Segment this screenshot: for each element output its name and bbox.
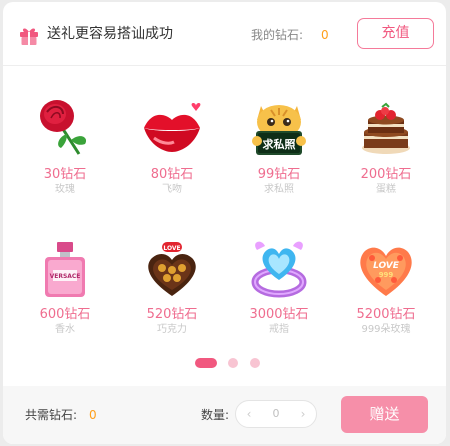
gift-price: 200钻石 xyxy=(360,167,412,182)
rose-heart-icon: LOVE 999 xyxy=(360,247,412,296)
svg-text:LOVE: LOVE xyxy=(163,245,180,252)
gift-name: 巧克力 xyxy=(157,324,187,335)
svg-text:求私照: 求私照 xyxy=(263,137,296,151)
send-gift-button[interactable]: 赠送 xyxy=(341,396,428,433)
svg-text:LOVE: LOVE xyxy=(373,261,400,271)
gift-name: 戒指 xyxy=(269,324,289,335)
increment-icon[interactable]: › xyxy=(296,405,310,423)
gift-grid: 30钻石 玫瑰 80钻石 飞吻 求私照 99钻石 求私照 200钻石 蛋糕 VE… xyxy=(3,86,446,346)
page-dot[interactable] xyxy=(250,358,260,368)
lips-kiss-icon xyxy=(144,103,201,152)
heart-ring-icon xyxy=(251,241,307,298)
gift-price: 80钻石 xyxy=(150,167,194,182)
page-indicator xyxy=(3,358,446,370)
page-dot-active[interactable] xyxy=(195,358,217,368)
gift-price: 3000钻石 xyxy=(249,307,309,322)
gift-name: 香水 xyxy=(55,324,75,335)
recharge-button[interactable]: 充值 xyxy=(357,18,434,49)
gift-item-999-roses[interactable]: LOVE 999 5200钻石 999朵玫瑰 xyxy=(341,226,431,356)
page-dot[interactable] xyxy=(228,358,238,368)
gift-item-kiss[interactable]: 80钻石 飞吻 xyxy=(127,86,217,216)
decrement-icon[interactable]: ‹ xyxy=(242,405,256,423)
diamond-balance-value: 0 xyxy=(321,28,329,42)
total-cost-value: 0 xyxy=(89,408,97,422)
gift-item-rose[interactable]: 30钻石 玫瑰 xyxy=(20,86,110,216)
gift-panel-header: 送礼更容易搭讪成功 我的钻石: 0 充值 xyxy=(3,2,446,66)
gift-name: 蛋糕 xyxy=(376,184,396,195)
gift-item-cake[interactable]: 200钻石 蛋糕 xyxy=(341,86,431,216)
svg-text:999: 999 xyxy=(379,271,394,279)
gift-icon xyxy=(20,28,38,45)
quantity-label: 数量: xyxy=(201,408,230,422)
gift-item-chocolate[interactable]: LOVE 520钻石 巧克力 xyxy=(127,226,217,356)
total-cost-label: 共需钻石: xyxy=(25,408,78,422)
quantity-stepper[interactable]: ‹ 0 › xyxy=(235,400,317,428)
cat-sign-icon: 求私照 xyxy=(252,105,306,155)
cake-icon xyxy=(362,102,410,154)
gift-name: 飞吻 xyxy=(162,184,182,195)
gift-price: 5200钻石 xyxy=(356,307,416,322)
gift-item-perfume[interactable]: VERSACE 600钻石 香水 xyxy=(20,226,110,356)
gift-name: 玫瑰 xyxy=(55,184,75,195)
gift-item-ring[interactable]: 3000钻石 戒指 xyxy=(234,226,324,356)
gift-price: 520钻石 xyxy=(146,307,198,322)
panel-title: 送礼更容易搭讪成功 xyxy=(47,26,173,42)
diamond-balance-label: 我的钻石: xyxy=(251,28,304,42)
chocolate-box-icon: LOVE xyxy=(148,242,196,296)
gift-price: 99钻石 xyxy=(257,167,301,182)
gift-name: 求私照 xyxy=(264,184,294,195)
rose-icon xyxy=(40,100,87,155)
gift-panel: 送礼更容易搭讪成功 我的钻石: 0 充值 30钻石 玫瑰 80钻石 飞吻 求私照… xyxy=(3,2,446,444)
svg-text:VERSACE: VERSACE xyxy=(50,273,81,280)
perfume-icon: VERSACE xyxy=(45,242,85,297)
quantity-value[interactable]: 0 xyxy=(258,405,294,423)
gift-item-private-photo[interactable]: 求私照 99钻石 求私照 xyxy=(234,86,324,216)
gift-price: 600钻石 xyxy=(39,307,91,322)
gift-price: 30钻石 xyxy=(43,167,87,182)
gift-panel-footer: 共需钻石: 0 数量: ‹ 0 › 赠送 xyxy=(3,386,446,444)
gift-name: 999朵玫瑰 xyxy=(361,324,411,335)
